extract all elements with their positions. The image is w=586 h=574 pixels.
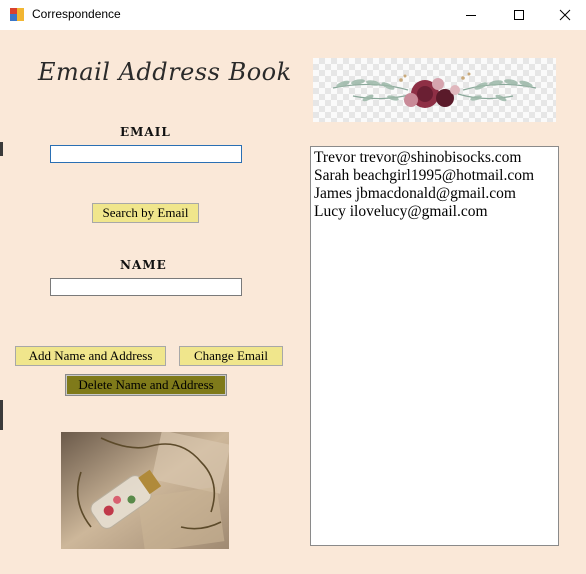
background-window-edge bbox=[0, 400, 3, 430]
add-name-address-button[interactable]: Add Name and Address bbox=[15, 346, 166, 366]
search-by-email-button[interactable]: Search by Email bbox=[92, 203, 199, 223]
bottle-necklace-photo bbox=[61, 432, 229, 549]
page-title: Email Address Book bbox=[38, 58, 292, 86]
list-item[interactable]: James jbmacdonald@gmail.com bbox=[314, 185, 555, 203]
delete-name-address-button[interactable]: Delete Name and Address bbox=[65, 374, 227, 396]
email-label: EMAIL bbox=[120, 125, 171, 139]
close-icon[interactable] bbox=[542, 0, 586, 30]
minimize-icon[interactable] bbox=[448, 0, 494, 30]
name-label: NAME bbox=[120, 258, 167, 272]
window-titlebar: Correspondence bbox=[0, 0, 586, 30]
window-title: Correspondence bbox=[32, 7, 121, 21]
list-item[interactable]: Trevor trevor@shinobisocks.com bbox=[314, 149, 555, 167]
address-listbox[interactable]: Trevor trevor@shinobisocks.com Sarah bea… bbox=[310, 146, 559, 546]
maximize-icon[interactable] bbox=[496, 0, 542, 30]
email-field[interactable] bbox=[50, 145, 242, 163]
list-item[interactable]: Lucy ilovelucy@gmail.com bbox=[314, 203, 555, 221]
app-grid-icon bbox=[10, 8, 24, 21]
list-item[interactable]: Sarah beachgirl1995@hotmail.com bbox=[314, 167, 555, 185]
change-email-button[interactable]: Change Email bbox=[179, 346, 283, 366]
background-window-edge bbox=[0, 142, 3, 156]
form-client-area: Email Address Book EMAIL Search by Email… bbox=[0, 30, 586, 574]
name-field[interactable] bbox=[50, 278, 242, 296]
floral-banner-image bbox=[313, 58, 556, 122]
